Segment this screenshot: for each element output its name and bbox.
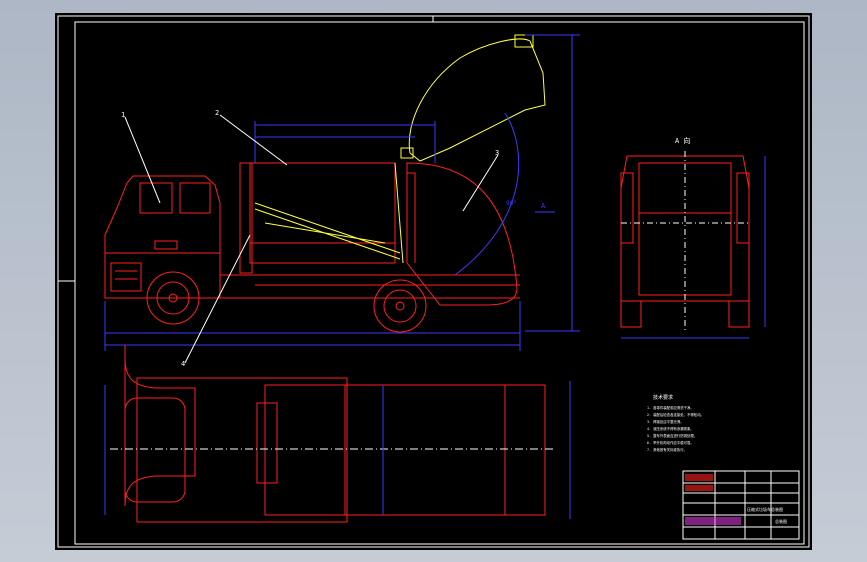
title-block-frame xyxy=(682,470,800,540)
door-handle xyxy=(154,240,178,250)
leader-2 xyxy=(219,114,288,166)
tb-cell-red-2 xyxy=(685,485,713,491)
view-label-a: A 向 xyxy=(675,136,690,145)
drawing-sheet[interactable]: 1 2 3 4 90° A A 向 技术要求 1. 各零件装配前应清洗干净。 2… xyxy=(55,13,812,550)
balloon-4: 4 xyxy=(181,360,185,368)
rear-left-post xyxy=(620,172,634,244)
cad-drawing: 1 2 3 4 90° A A 向 技术要求 1. 各零件装配前应清洗干净。 2… xyxy=(57,15,810,548)
top-view xyxy=(104,345,571,523)
tb-cell-magenta xyxy=(685,517,741,525)
title-block-no: 总装图 xyxy=(775,518,787,524)
top-mechanism xyxy=(256,402,278,484)
rear-wheel-axle xyxy=(395,301,405,311)
rear-left-tyres xyxy=(620,300,642,328)
angle-note: 90° xyxy=(506,200,517,207)
balloon-2: 2 xyxy=(215,109,219,117)
balloon-3: 3 xyxy=(495,149,499,157)
tb-cell-red-1 xyxy=(685,474,713,481)
cab-door-window xyxy=(179,182,211,214)
cab-outline xyxy=(104,175,221,299)
tech-line-5: 5. 整车外表面应进行防锈处理。 xyxy=(647,433,697,438)
lift-arm-1 xyxy=(254,202,401,254)
tech-line-6: 6. 举升机构动作应平稳可靠。 xyxy=(647,440,694,445)
leader-4 xyxy=(184,234,251,364)
leader-1 xyxy=(124,116,161,204)
title-block: 压缩式垃圾车总装图 总装图 xyxy=(682,470,800,540)
tech-line-1: 1. 各零件装配前应清洗干净。 xyxy=(647,405,694,410)
raised-hopper xyxy=(408,38,546,162)
side-view: 1 2 3 4 90° A xyxy=(104,34,580,368)
rear-right-tyres xyxy=(728,300,750,328)
cad-viewport: 1 2 3 4 90° A A 向 技术要求 1. 各零件装配前应清洗干净。 2… xyxy=(0,0,867,562)
section-mark-label: A xyxy=(541,202,546,210)
front-grille xyxy=(110,262,142,292)
rear-post xyxy=(394,162,404,264)
inner-frame xyxy=(74,21,805,545)
tech-title: 技术要求 xyxy=(653,394,673,401)
cab-window xyxy=(139,182,173,214)
tech-line-4: 4. 液压系统不得有渗漏现象。 xyxy=(647,426,694,431)
leader-3 xyxy=(462,154,499,212)
tech-line-3: 3. 焊接处应平整光滑。 xyxy=(647,419,684,424)
garbage-body xyxy=(249,162,396,264)
top-frame-outline xyxy=(136,377,348,523)
rear-wheel-hub xyxy=(383,289,417,323)
title-block-name: 压缩式垃圾车总装图 xyxy=(747,506,783,512)
swing-arc xyxy=(454,112,520,276)
outer-frame xyxy=(57,15,810,548)
top-body-outline xyxy=(264,384,546,516)
tech-line-2: 2. 装配后检查各连接处，不得松动。 xyxy=(647,412,704,417)
rear-wheel xyxy=(373,279,427,333)
hopper-pivot xyxy=(400,147,414,159)
lift-arm-2 xyxy=(254,208,401,260)
lift-cylinder xyxy=(264,222,386,244)
rear-view: A 向 xyxy=(620,136,766,339)
tailgate-hinge xyxy=(407,172,416,263)
rear-right-post xyxy=(736,172,750,244)
balloon-1: 1 xyxy=(121,111,125,119)
tailgate xyxy=(406,162,518,306)
tech-requirements: 技术要求 1. 各零件装配前应清洗干净。 2. 装配后检查各连接处，不得松动。 … xyxy=(647,394,704,452)
top-cab-roof xyxy=(124,397,186,503)
tech-line-7: 7. 其他按有关标准执行。 xyxy=(647,447,687,452)
